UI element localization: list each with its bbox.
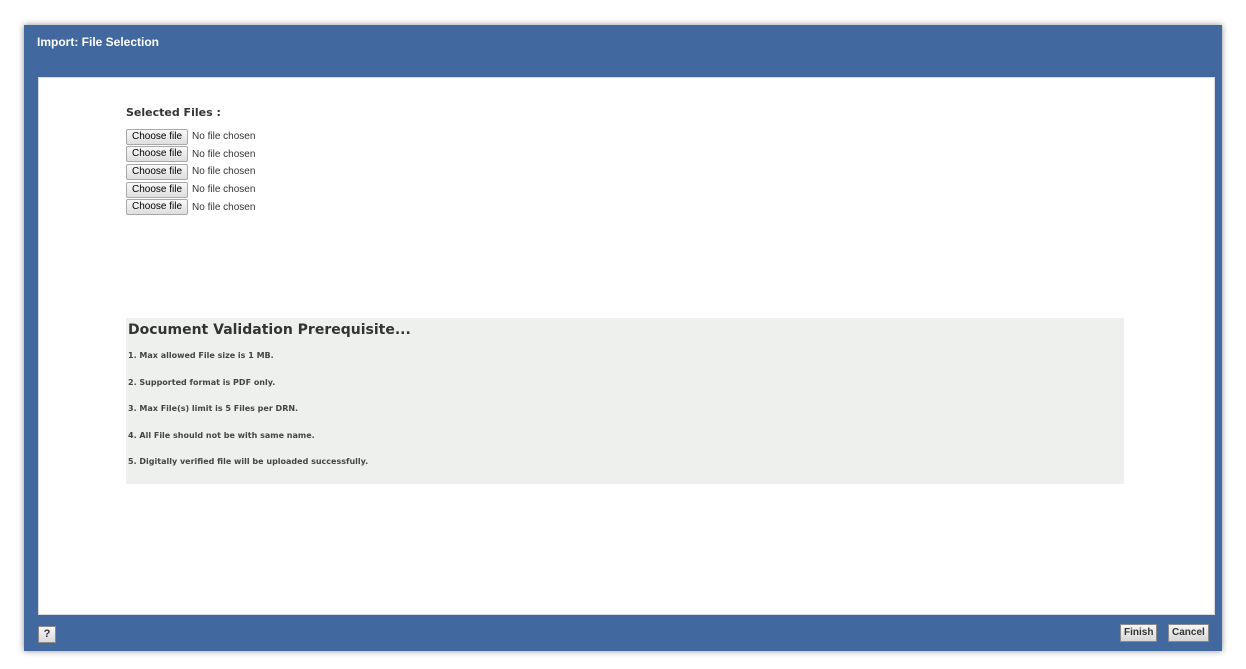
file-status: No file chosen: [192, 201, 256, 213]
prerequisite-item: 1. Max allowed File size is 1 MB.: [128, 351, 274, 360]
choose-file-button[interactable]: Choose file: [126, 128, 189, 145]
prerequisite-item: 3. Max File(s) limit is 5 Files per DRN.: [128, 404, 299, 413]
file-input-row: Choose file No file chosen: [126, 181, 255, 199]
file-input-row: Choose file No file chosen: [126, 146, 255, 164]
file-status: No file chosen: [192, 131, 256, 143]
choose-file-button[interactable]: Choose file: [126, 146, 189, 163]
prerequisite-list: 1. Max allowed File size is 1 MB. 2. Sup…: [128, 351, 368, 484]
file-input-list: Choose file No file chosen Choose file N…: [126, 128, 255, 216]
choose-file-button[interactable]: Choose file: [126, 163, 189, 180]
choose-file-button[interactable]: Choose file: [126, 181, 189, 198]
dialog-content: Selected Files : Choose file No file cho…: [38, 77, 1215, 615]
file-status: No file chosen: [192, 148, 256, 160]
prerequisite-title: Document Validation Prerequisite...: [128, 322, 411, 338]
dialog-title: Import: File Selection: [37, 35, 160, 49]
selected-files-label: Selected Files :: [126, 106, 221, 119]
choose-file-button[interactable]: Choose file: [126, 199, 189, 216]
prerequisite-item: 5. Digitally verified file will be uploa…: [128, 457, 369, 466]
file-status: No file chosen: [192, 166, 256, 178]
cancel-button[interactable]: Cancel: [1168, 624, 1209, 642]
help-button[interactable]: ?: [38, 626, 56, 643]
validation-prerequisite-panel: Document Validation Prerequisite... 1. M…: [126, 318, 1124, 484]
file-status: No file chosen: [192, 184, 256, 196]
prerequisite-item: 2. Supported format is PDF only.: [128, 377, 276, 387]
finish-button[interactable]: Finish: [1120, 624, 1158, 642]
file-input-row: Choose file No file chosen: [126, 163, 255, 181]
file-input-row: Choose file No file chosen: [126, 128, 255, 146]
file-input-row: Choose file No file chosen: [126, 198, 255, 216]
prerequisite-item: 4. All File should not be with same name…: [128, 430, 315, 440]
import-dialog: Import: File Selection Selected Files : …: [24, 25, 1222, 651]
